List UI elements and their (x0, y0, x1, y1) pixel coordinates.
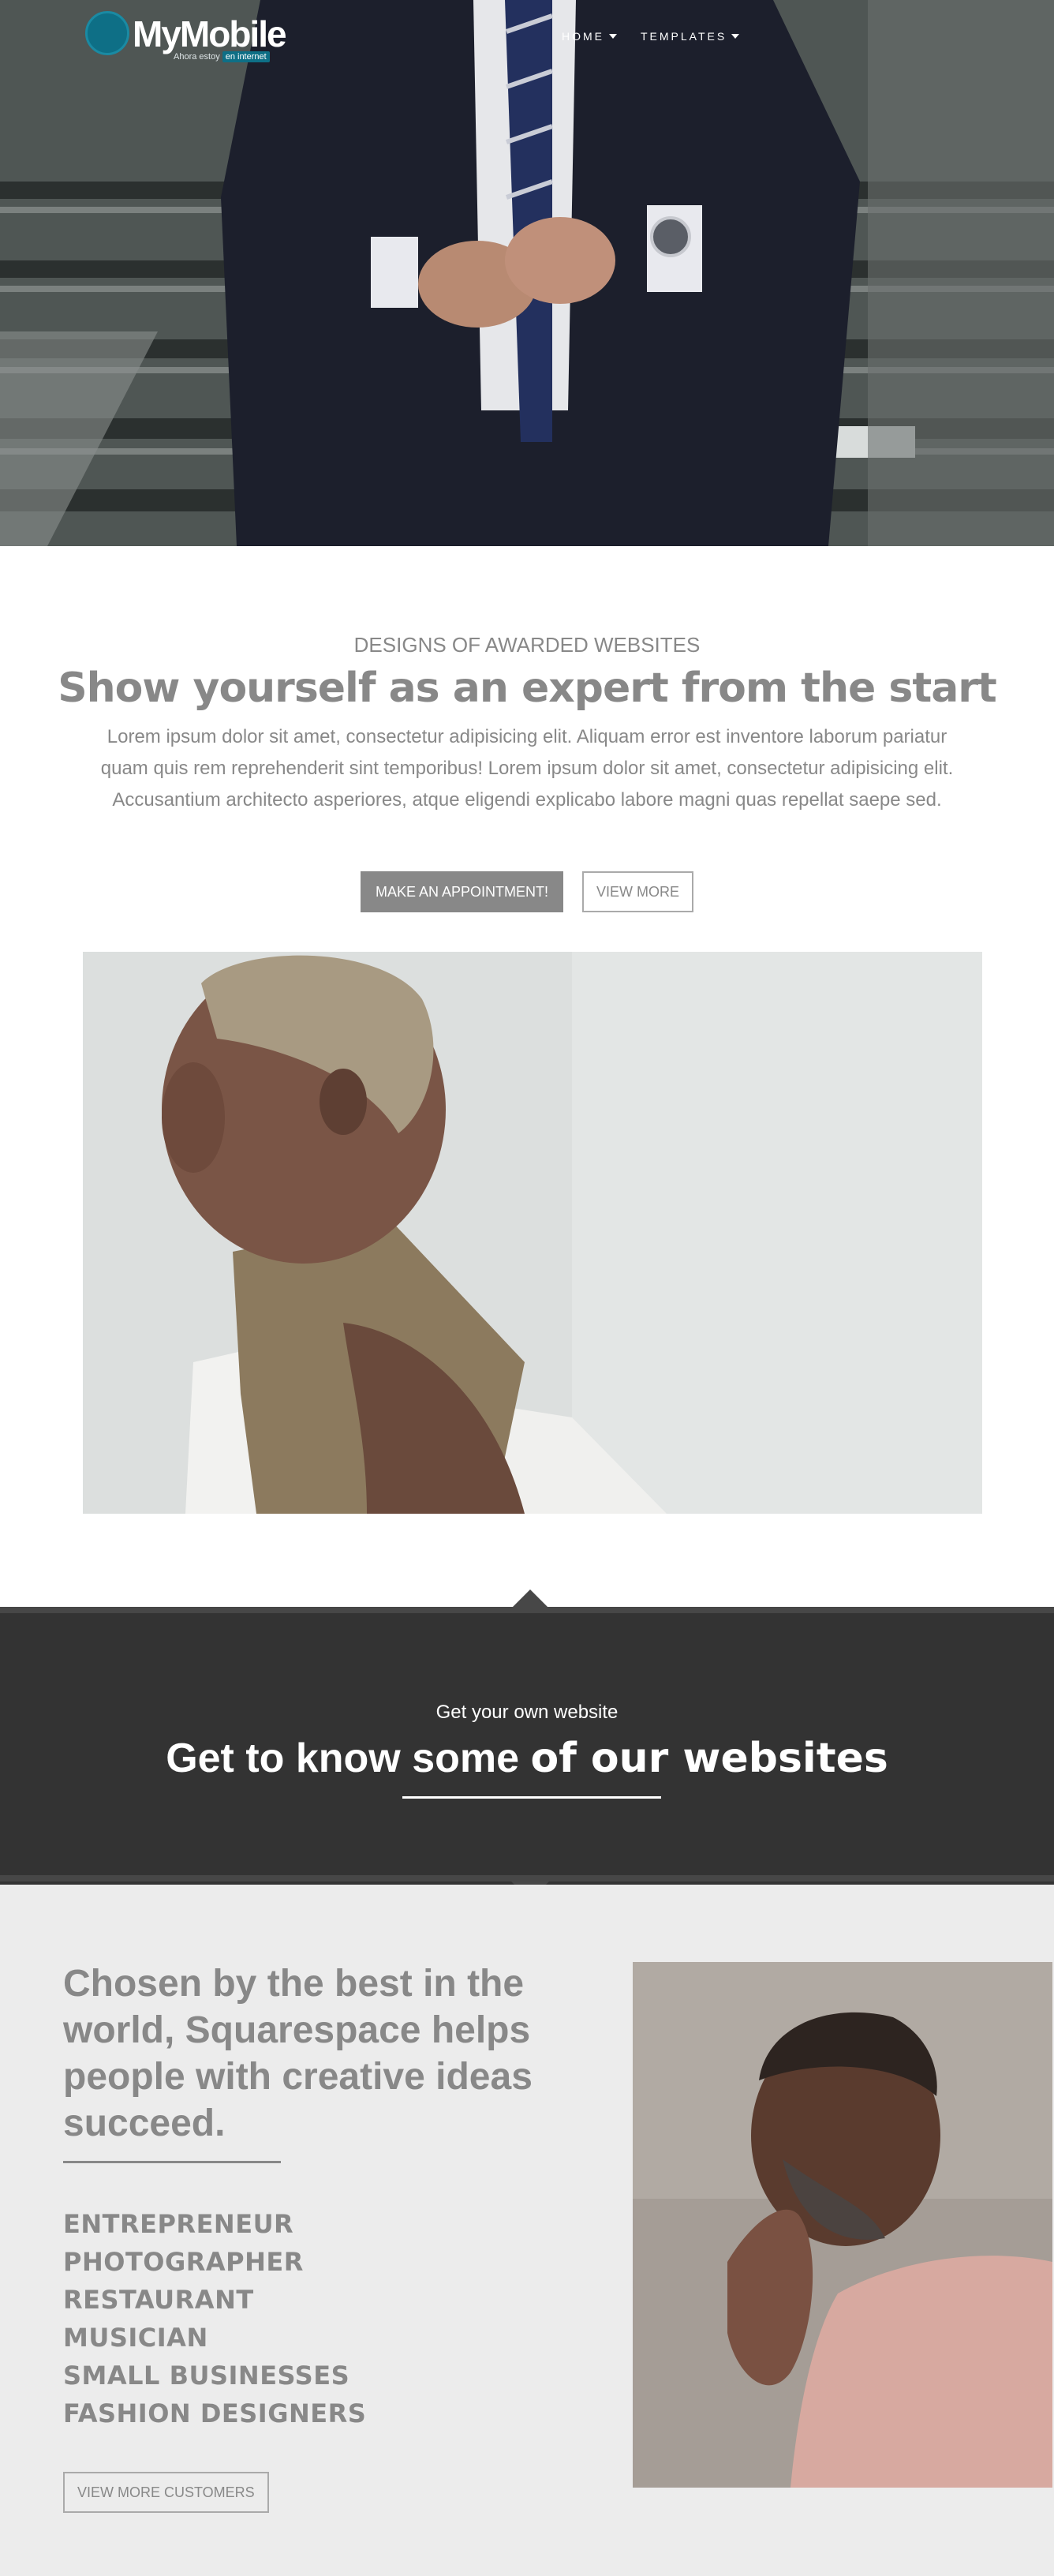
customers-title: Chosen by the best in the world, Squares… (63, 1963, 533, 2144)
band-title: Get to know some of our websites (0, 1735, 1054, 1782)
intro-headline: Show yourself as an expert from the star… (58, 665, 997, 712)
list-item: MUSICIAN (63, 2323, 208, 2353)
band-notch-top (511, 1589, 549, 1608)
band-divider (402, 1796, 661, 1799)
band-title-bold: of our websites (530, 1735, 888, 1782)
customers-section: Chosen by the best in the world, Squares… (0, 1885, 1054, 2576)
tagline-text: Ahora estoy (174, 52, 220, 62)
view-more-customers-button[interactable]: VIEW MORE CUSTOMERS (63, 2472, 269, 2513)
websites-band: Get your own website Get to know some of… (0, 1589, 1054, 1900)
intro-buttons: MAKE AN APPOINTMENT! VIEW MORE (0, 871, 1054, 912)
brand-logo[interactable]: MyMobile Ahora estoy en internet (85, 11, 290, 66)
nav-item-templates[interactable]: TEMPLATES (641, 30, 740, 43)
brand-tagline: Ahora estoy en internet (174, 51, 270, 62)
list-item: RESTAURANT (63, 2285, 254, 2315)
brand-name: MyMobile (133, 13, 287, 54)
hero-businessman-photo (0, 0, 1054, 546)
top-navbar: MyMobile Ahora estoy en internet HOME TEM… (0, 0, 1054, 71)
make-appointment-button[interactable]: MAKE AN APPOINTMENT! (360, 871, 564, 912)
list-item: SMALL BUSINESSES (63, 2361, 350, 2391)
list-item: PHOTOGRAPHER (63, 2247, 304, 2277)
band-bottom-border (0, 1875, 1054, 1881)
nav-templates-label: TEMPLATES (641, 30, 727, 43)
band-subtitle: Get your own website (435, 1702, 619, 1723)
view-more-button[interactable]: VIEW MORE (582, 871, 694, 912)
caret-down-icon (731, 34, 740, 39)
caret-down-icon (609, 34, 617, 39)
list-item: FASHION DESIGNERS (63, 2398, 367, 2428)
customer-types-list: ENTREPRENEUR PHOTOGRAPHER RESTAURANT MUS… (63, 2205, 366, 2432)
list-item: ENTREPRENEUR (63, 2209, 294, 2239)
intro-kicker: DESIGNS OF AWARDED WEBSITES (353, 633, 701, 657)
hero-section: MyMobile Ahora estoy en internet HOME TEM… (0, 0, 1054, 546)
main-nav: HOME TEMPLATES (562, 30, 740, 43)
customers-divider (63, 2161, 281, 2163)
nav-item-home[interactable]: HOME (562, 30, 617, 43)
band-title-plain: Get to know some (166, 1735, 520, 1781)
intro-lead: Lorem ipsum dolor sit amet, consectetur … (100, 726, 954, 811)
logo-icon (85, 11, 129, 55)
nav-home-label: HOME (562, 30, 604, 43)
woman-profile-photo (83, 952, 982, 1514)
man-portrait-photo (633, 1962, 1052, 2488)
tagline-highlight: en internet (222, 51, 270, 62)
intro-section: DESIGNS OF AWARDED WEBSITES Show yoursel… (0, 546, 1054, 1610)
